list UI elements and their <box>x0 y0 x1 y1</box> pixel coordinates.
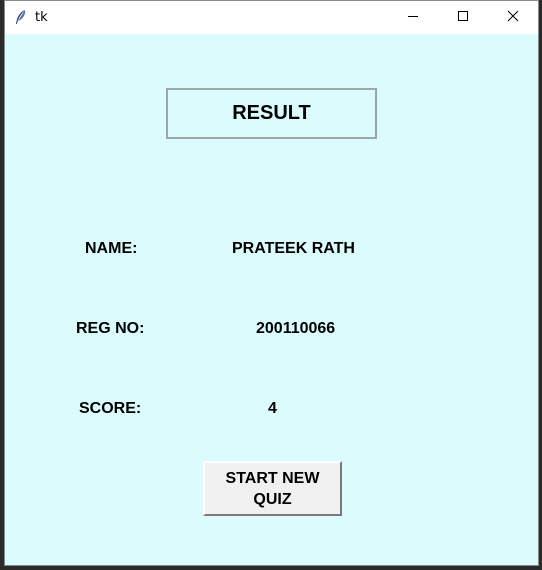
close-button[interactable] <box>490 1 536 34</box>
start-button-label-line1: START NEW <box>225 469 320 487</box>
start-button-label-line2: QUIZ <box>253 490 292 508</box>
start-new-quiz-button[interactable]: START NEW QUIZ <box>203 461 342 516</box>
window-title: tk <box>35 10 48 25</box>
app-window: tk RESULT NAME: PRATEEK RATH REG NO: 200… <box>4 0 539 566</box>
name-value: PRATEEK RATH <box>232 240 355 257</box>
feather-icon <box>14 9 28 25</box>
minimize-button[interactable] <box>390 1 436 34</box>
maximize-button[interactable] <box>440 1 486 34</box>
close-icon <box>507 9 519 27</box>
reg-no-value: 200110066 <box>256 320 336 337</box>
reg-no-label: REG NO: <box>76 320 145 337</box>
result-heading: RESULT <box>166 88 377 139</box>
score-value: 4 <box>268 400 277 417</box>
maximize-icon <box>457 9 469 27</box>
minimize-icon <box>407 9 419 27</box>
score-label: SCORE: <box>79 400 142 417</box>
title-bar[interactable]: tk <box>5 1 538 34</box>
name-label: NAME: <box>85 240 138 257</box>
